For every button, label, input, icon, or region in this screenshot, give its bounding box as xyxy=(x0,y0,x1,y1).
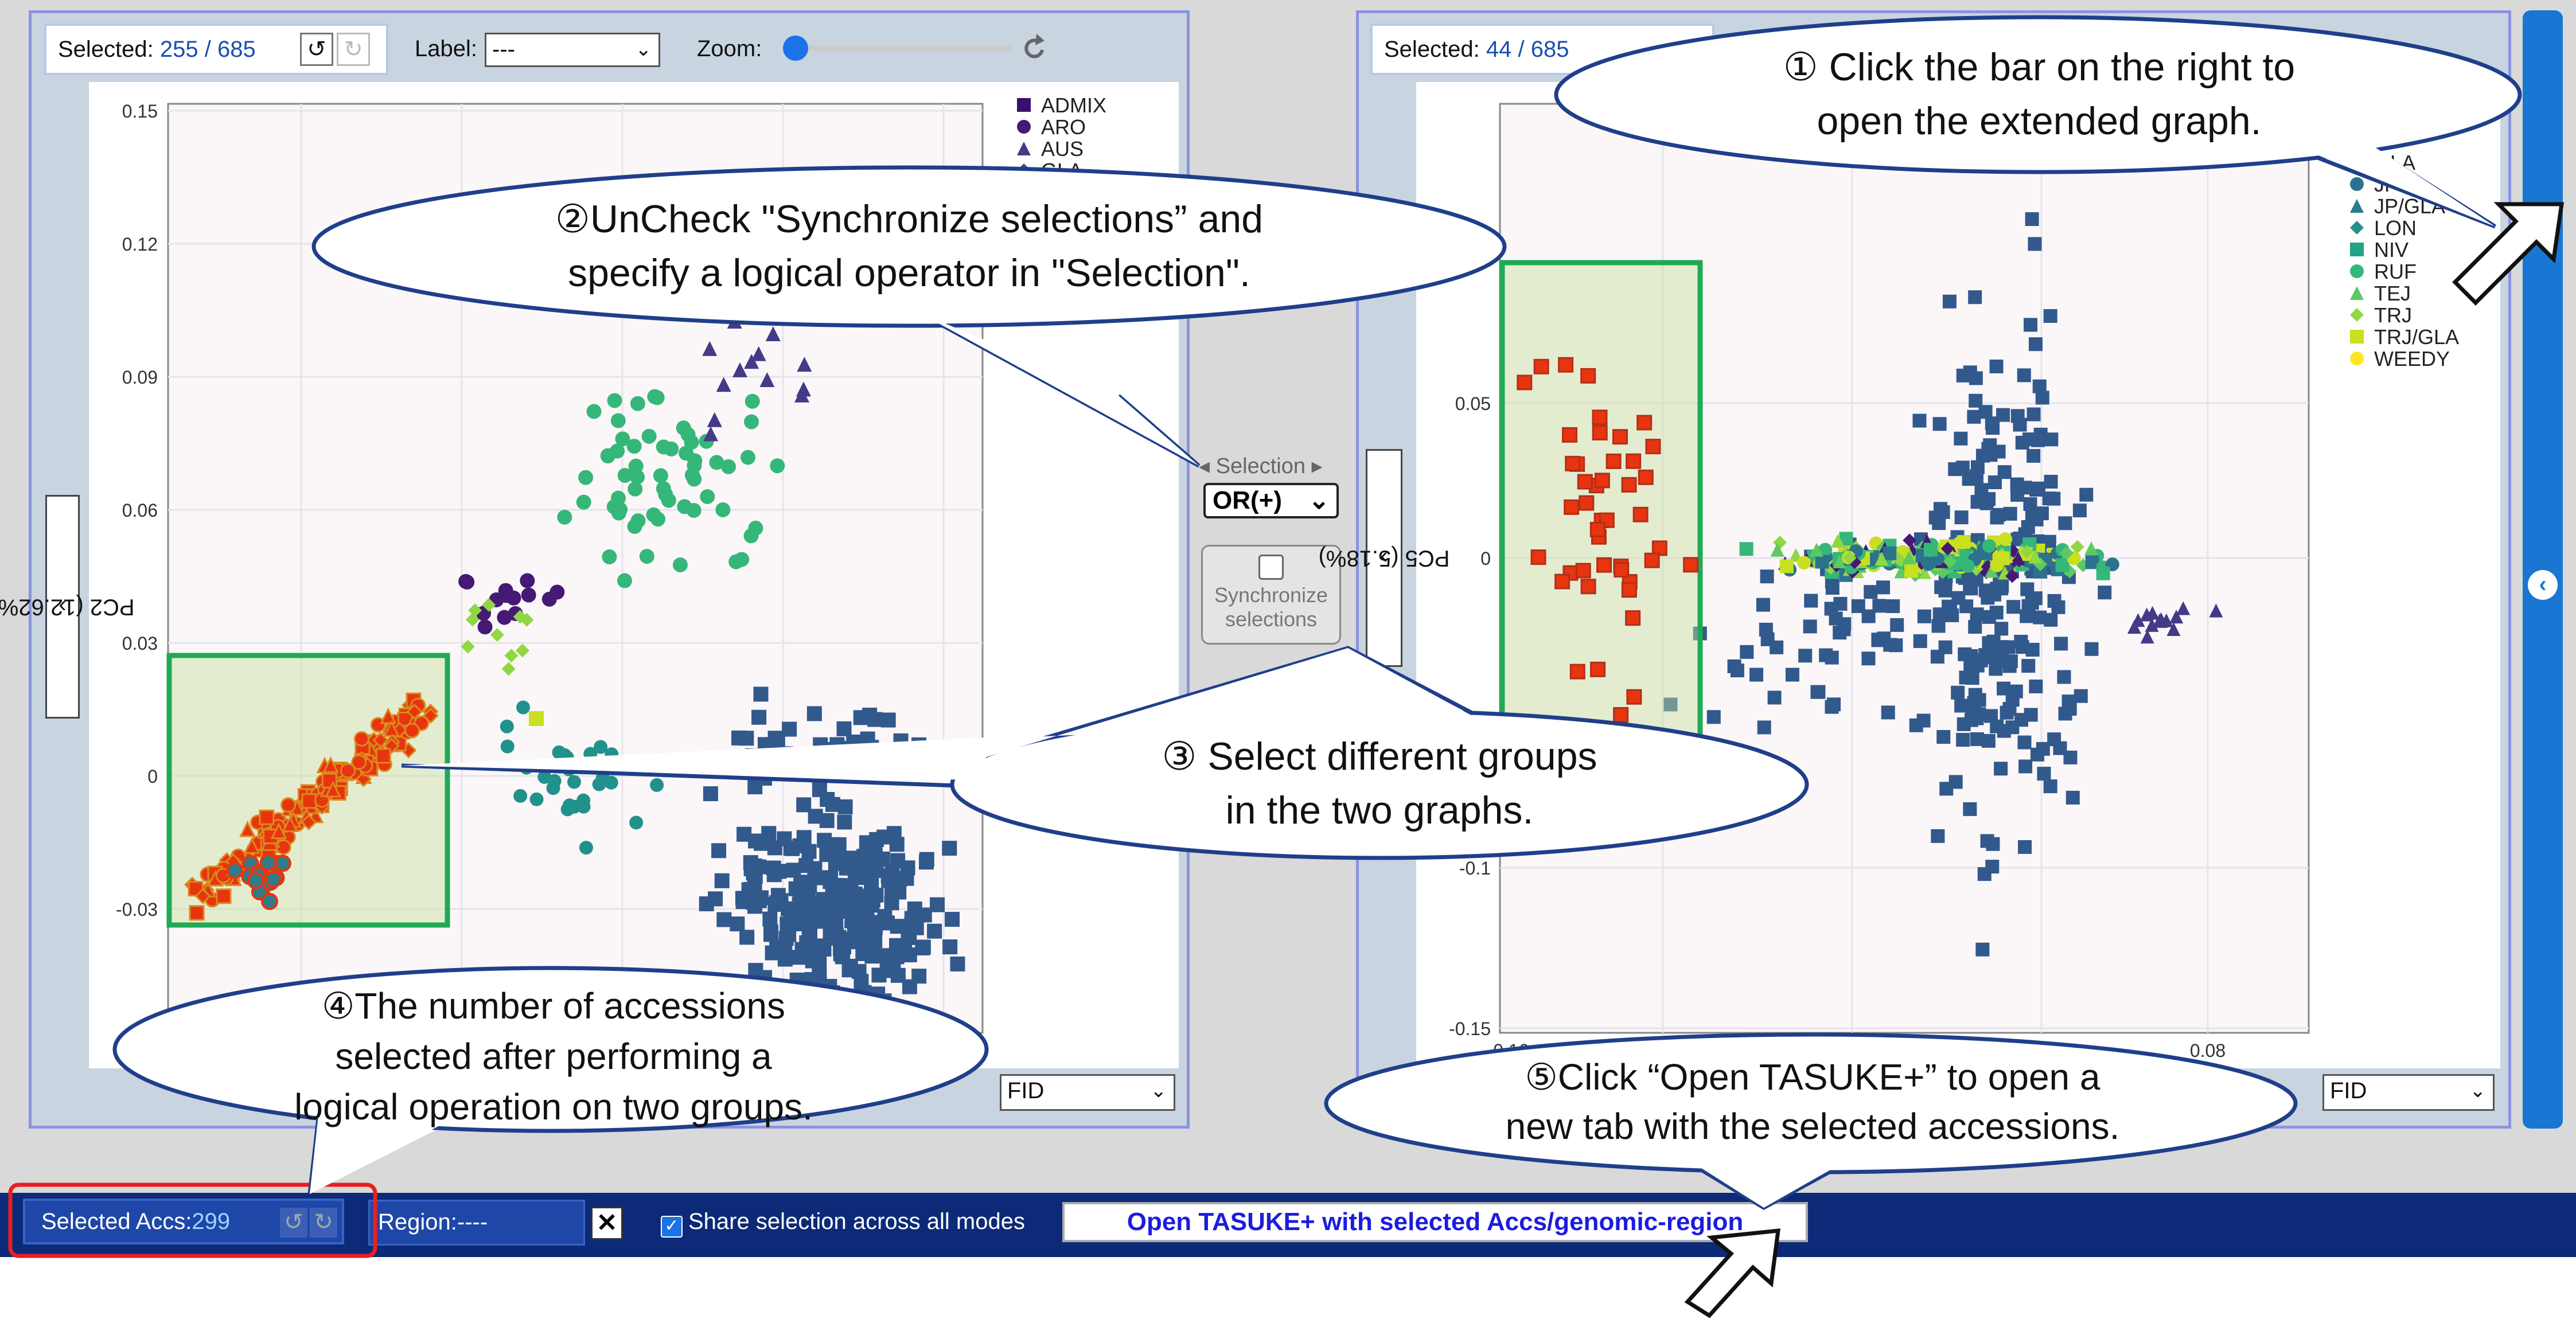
selected-accs-highlight xyxy=(8,1183,377,1258)
callout-5-line2: new tab with the selected accessions. xyxy=(1505,1106,2120,1147)
callout-4-line3: logical operation on two groups. xyxy=(294,1086,813,1127)
callout-4-line1: ④The number of accessions xyxy=(322,985,785,1027)
callout-1-line1: ① Click the bar on the right to xyxy=(1783,45,2296,89)
callout-1-text: ① Click the bar on the right to open the… xyxy=(1646,40,2432,148)
arrow-icon xyxy=(1684,1228,1781,1318)
callout-5-text: ⑤Click “Open TASUKE+” to open a new tab … xyxy=(1405,1052,2220,1151)
callout-4-line2: selected after performing a xyxy=(335,1036,772,1077)
callout-2-line1: ②UnCheck "Synchronize selections” and xyxy=(555,197,1264,241)
callout-2-text: ②UnCheck "Synchronize selections” and sp… xyxy=(436,192,1382,300)
callout-1-line2: open the extended graph. xyxy=(1817,99,2262,143)
callout-3-line2: in the two graphs. xyxy=(1225,789,1534,832)
callout-2-line2: specify a logical operator in "Selection… xyxy=(568,251,1250,295)
callout-5-line1: ⑤Click “Open TASUKE+” to open a xyxy=(1525,1056,2100,1098)
callout-4-text: ④The number of accessions selected after… xyxy=(172,981,935,1132)
callout-3-text: ③ Select different groups in the two gra… xyxy=(1032,729,1727,837)
callout-3-line1: ③ Select different groups xyxy=(1162,735,1597,778)
